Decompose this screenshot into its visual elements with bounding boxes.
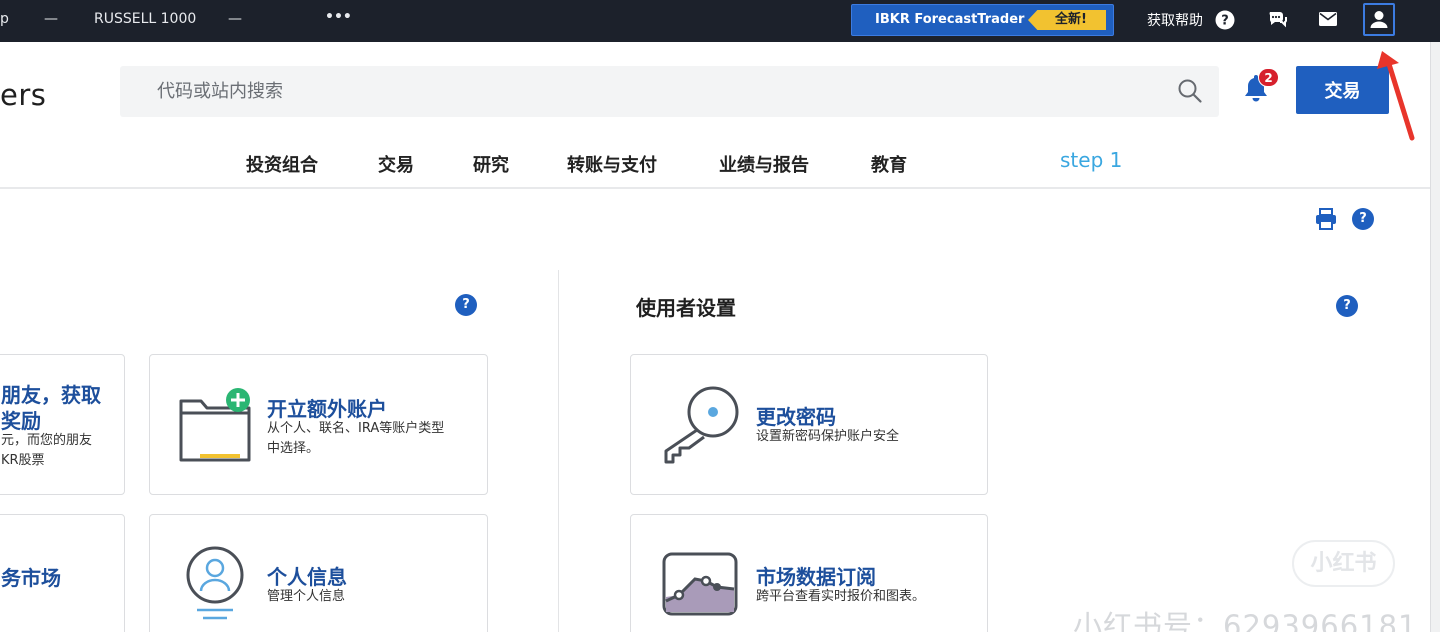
ticker-change: — (44, 11, 58, 27)
card-title: 市场数据订阅 (756, 565, 876, 589)
card-description: KR股票 (1, 453, 45, 468)
card-title: 更改密码 (756, 405, 836, 429)
user-icon (1370, 11, 1388, 28)
card-description: 中选择。 (267, 441, 320, 456)
search-icon[interactable] (1177, 78, 1203, 104)
nav-portfolio[interactable]: 投资组合 (246, 151, 318, 177)
referral-card[interactable]: 朋友，获取 奖励 元，而您的朋友 KR股票 (0, 354, 125, 495)
card-description: 元，而您的朋友 (1, 433, 93, 448)
notification-count-badge: 2 (1258, 68, 1279, 87)
step-annotation: step 1 (1060, 148, 1123, 172)
card-title: 朋友，获取 (1, 383, 101, 407)
card-title: 个人信息 (267, 565, 347, 589)
card-description: 设置新密码保护账户安全 (756, 429, 900, 444)
card-description: 管理个人信息 (267, 589, 346, 604)
nav-trade[interactable]: 交易 (378, 151, 414, 177)
change-password-card[interactable]: 更改密码 设置新密码保护账户安全 (630, 354, 988, 495)
key-icon (664, 386, 739, 464)
nav-education[interactable]: 教育 (871, 151, 907, 177)
chat-icon[interactable] (1267, 9, 1287, 29)
card-description: 跨平台查看实时报价和图表。 (756, 589, 926, 604)
help-icon[interactable]: ? (1336, 295, 1358, 317)
markets-card[interactable]: 务市场 (0, 514, 125, 632)
card-description: 从个人、联名、IRA等账户类型 (267, 421, 445, 436)
search-bar (120, 66, 1219, 117)
user-settings-title: 使用者设置 (636, 296, 736, 320)
new-badge: 全新! (1028, 10, 1106, 30)
nav-transfer-pay[interactable]: 转账与支付 (567, 151, 657, 177)
get-help-link[interactable]: 获取帮助 (1147, 10, 1203, 30)
help-icon[interactable]: ? (1352, 208, 1374, 230)
help-icon[interactable]: ? (455, 294, 477, 316)
forecasttrader-promo[interactable]: IBKR ForecastTrader 全新! (851, 4, 1114, 36)
open-account-card[interactable]: 开立额外账户 从个人、联名、IRA等账户类型 中选择。 (149, 354, 488, 495)
column-divider (558, 270, 559, 632)
folder-add-icon (179, 388, 251, 462)
mail-icon[interactable] (1319, 12, 1337, 26)
more-tickers-button[interactable]: ••• (325, 9, 352, 25)
page: p — RUSSELL 1000 — ••• IBKR ForecastTrad… (0, 0, 1440, 632)
market-data-card[interactable]: 市场数据订阅 跨平台查看实时报价和图表。 (630, 514, 988, 632)
logo[interactable]: ers (0, 78, 46, 112)
card-title: 务市场 (1, 566, 61, 590)
card-title: 开立额外账户 (267, 397, 387, 421)
help-icon[interactable]: ? (1215, 10, 1235, 30)
svg-text:?: ? (1221, 14, 1229, 29)
ticker-fragment[interactable]: p (0, 11, 9, 27)
nav-research[interactable]: 研究 (473, 151, 509, 177)
top-bar: p — RUSSELL 1000 — ••• IBKR ForecastTrad… (0, 0, 1440, 42)
ticker-russell-1000[interactable]: RUSSELL 1000 (94, 11, 196, 27)
chart-icon (662, 552, 738, 616)
print-icon[interactable] (1315, 208, 1337, 230)
promo-text: IBKR ForecastTrader (875, 12, 1025, 27)
watermark-text: 小红书号：6293966181 (1073, 609, 1418, 632)
annotation-arrow-icon (1377, 51, 1415, 141)
watermark-logo: 小红书 (1292, 540, 1395, 587)
nav-divider (0, 187, 1430, 189)
person-icon (186, 546, 244, 620)
scrollbar-track[interactable] (1430, 42, 1440, 632)
nav-performance-reports[interactable]: 业绩与报告 (719, 151, 809, 177)
search-input[interactable] (120, 66, 1160, 117)
card-title: 奖励 (1, 409, 41, 433)
user-menu-button[interactable] (1363, 3, 1395, 36)
personal-info-card[interactable]: 个人信息 管理个人信息 (149, 514, 488, 632)
ticker-change: — (228, 11, 242, 27)
